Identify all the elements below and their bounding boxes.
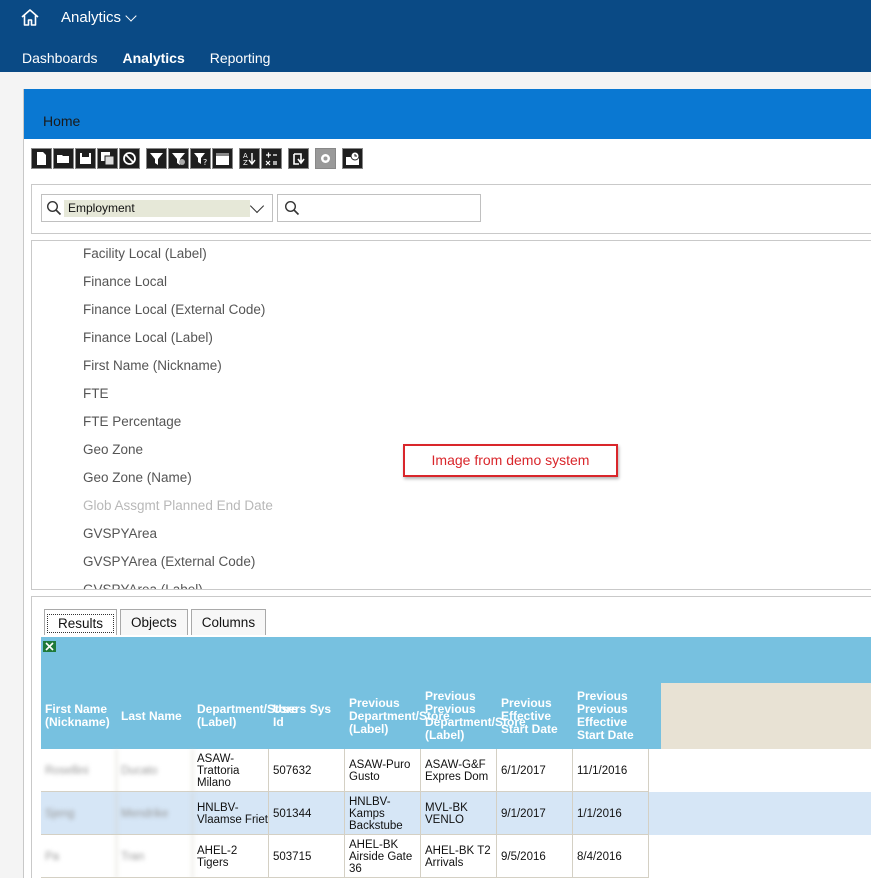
field-item[interactable]: Glob Assgmt Planned End Date — [83, 498, 273, 513]
table-row[interactable]: Sjeng Mendrike HNLBV-Vlaamse Friet 501344 HN… — [41, 792, 871, 835]
header-filler — [661, 683, 871, 749]
new-icon[interactable] — [31, 147, 52, 169]
column-header[interactable]: Previous Effective Start Date — [497, 683, 573, 749]
svg-text:Z: Z — [243, 159, 248, 166]
shell-bar: Analytics Dashboards Analytics Reporting — [0, 0, 871, 72]
field-item[interactable]: GVSPYArea (Label) — [83, 582, 203, 589]
results-panel: Results Objects Columns First Name (Nick… — [31, 596, 871, 878]
refresh-icon[interactable] — [288, 147, 309, 169]
calendar-icon[interactable] — [212, 147, 233, 169]
table-cell: 503715 — [269, 835, 345, 878]
filter-help-icon[interactable]: ? — [190, 147, 211, 169]
field-item[interactable]: FTE — [83, 386, 109, 401]
field-search[interactable] — [277, 194, 481, 222]
demo-note: Image from demo system — [403, 444, 618, 477]
field-item[interactable]: GVSPYArea (External Code) — [83, 554, 255, 569]
category-select[interactable]: Employment — [41, 194, 273, 222]
nav-dashboards[interactable]: Dashboards — [22, 50, 98, 68]
open-icon[interactable] — [53, 147, 74, 169]
chevron-down-icon[interactable] — [249, 198, 265, 214]
table-cell: 8/4/2016 — [573, 835, 649, 878]
cancel-icon[interactable] — [119, 147, 140, 169]
app-title-menu[interactable]: Analytics — [61, 9, 137, 26]
column-header[interactable]: Previous Previous Department/Store (Labe… — [421, 683, 526, 749]
category-value: Employment — [64, 200, 250, 217]
field-item[interactable]: GVSPYArea — [83, 526, 157, 541]
breadcrumb[interactable]: Home — [43, 113, 80, 129]
home-bar: Home — [24, 89, 871, 139]
table-cell: 9/1/2017 — [497, 792, 573, 835]
column-header[interactable]: Previous Previous Effective Start Date — [573, 683, 649, 749]
table-cell: Ducato — [117, 749, 193, 792]
table-cell: Sjeng — [41, 792, 117, 835]
field-item[interactable]: Geo Zone (Name) — [83, 470, 192, 485]
settings-icon[interactable] — [315, 147, 336, 169]
table-cell: 501344 — [269, 792, 345, 835]
table-cell: 1/1/2016 — [573, 792, 649, 835]
table-cell: HNLBV-Kamps Backstube — [345, 792, 421, 835]
table-cell: ASAW-Trattoria Milano — [193, 749, 269, 792]
chevron-down-icon — [125, 9, 137, 22]
column-header[interactable]: Last Name — [117, 683, 193, 749]
table-cell: AHEL-BK Airside Gate 36 — [345, 835, 421, 878]
save-icon[interactable] — [75, 147, 96, 169]
search-icon — [46, 200, 62, 216]
results-tabs: Results Objects Columns — [44, 609, 269, 635]
field-item[interactable]: Finance Local (Label) — [83, 330, 213, 345]
excel-export-icon[interactable] — [43, 641, 56, 652]
filter-icon[interactable] — [146, 147, 167, 169]
tab-columns[interactable]: Columns — [190, 609, 267, 635]
table-cell: HNLBV-Vlaamse Friet — [193, 792, 269, 835]
app-title: Analytics — [61, 9, 122, 26]
top-nav: Dashboards Analytics Reporting — [0, 50, 273, 68]
table-cell: 9/5/2016 — [497, 835, 573, 878]
table-cell: Pa — [41, 835, 117, 878]
column-header[interactable]: Users Sys Id — [269, 683, 345, 749]
home-icon[interactable] — [20, 8, 40, 28]
calculate-icon[interactable] — [261, 147, 282, 169]
table-row[interactable]: Pa Tran AHEL-2 Tigers 503715 AHEL-BK Airside… — [41, 835, 871, 878]
field-search-input[interactable] — [306, 199, 476, 217]
report-toolbar: ? AZ — [31, 146, 364, 170]
table-cell: 6/1/2017 — [497, 749, 573, 792]
field-item[interactable]: Finance Local (External Code) — [83, 302, 265, 317]
table-cell: ASAW-G&F Expres Dom — [421, 749, 497, 792]
column-header[interactable]: Previous Department/Store (Label) — [345, 683, 450, 749]
field-item[interactable]: First Name (Nickname) — [83, 358, 222, 373]
table-cell: Rosellini — [41, 749, 117, 792]
filter-settings-icon[interactable] — [168, 147, 189, 169]
save-as-icon[interactable] — [97, 147, 118, 169]
table-cell: MVL-BK VENLO — [421, 792, 497, 835]
svg-text:?: ? — [203, 158, 207, 166]
content-frame: Home ? AZ Employment Facility Local (Lab… — [23, 89, 871, 878]
table-cell: ASAW-Puro Gusto — [345, 749, 421, 792]
tab-objects[interactable]: Objects — [120, 609, 188, 635]
table-cell: Mendrike — [117, 792, 193, 835]
table-cell: 507632 — [269, 749, 345, 792]
search-icon — [284, 200, 300, 216]
column-header[interactable]: Department/Store (Label) — [193, 683, 298, 749]
schedule-icon[interactable] — [342, 147, 363, 169]
field-item[interactable]: FTE Percentage — [83, 414, 181, 429]
results-grid-header: First Name (Nickname) Last Name Departme… — [41, 637, 871, 749]
column-header[interactable]: First Name (Nickname) — [41, 683, 117, 749]
sort-icon[interactable]: AZ — [239, 147, 260, 169]
table-cell: AHEL-BK T2 Arrivals — [421, 835, 497, 878]
tab-results[interactable]: Results — [44, 609, 118, 635]
field-item[interactable]: Geo Zone — [83, 442, 143, 457]
field-list: Facility Local (Label) Finance Local Finan… — [31, 240, 871, 590]
table-cell: Tran — [117, 835, 193, 878]
field-item[interactable]: Finance Local — [83, 274, 167, 289]
table-cell: AHEL-2 Tigers — [193, 835, 269, 878]
nav-reporting[interactable]: Reporting — [210, 50, 271, 68]
nav-analytics[interactable]: Analytics — [123, 50, 185, 68]
search-panel: Employment — [31, 184, 871, 234]
table-row[interactable]: Rosellini Ducato ASAW-Trattoria Milano 5076… — [41, 749, 871, 792]
field-item[interactable]: Facility Local (Label) — [83, 246, 207, 261]
table-cell: 11/1/2016 — [573, 749, 649, 792]
